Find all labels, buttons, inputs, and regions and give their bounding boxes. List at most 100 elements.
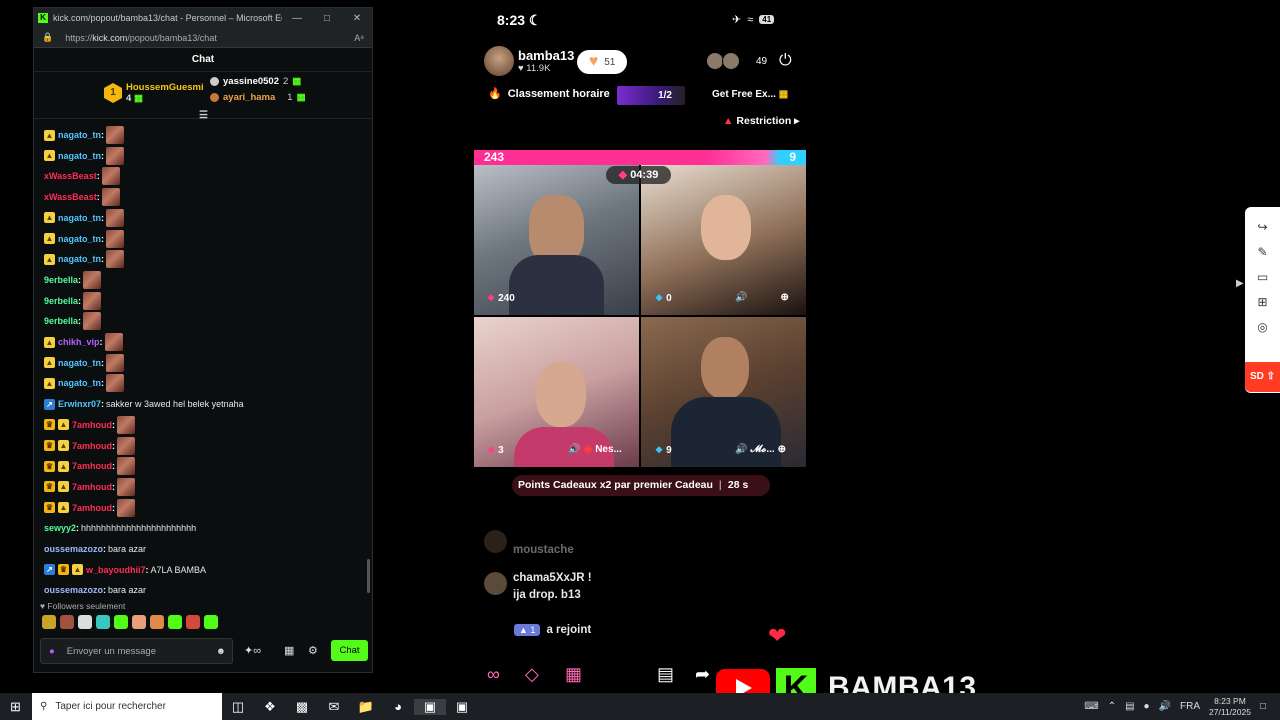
chat-username[interactable]: w_bayoudhii7	[86, 565, 146, 575]
task-view-icon[interactable]: ◫	[222, 699, 254, 715]
chat-message[interactable]: ♛ ▲ 7amhoud:	[44, 457, 136, 476]
emote-dance-icon[interactable]	[96, 615, 110, 629]
chat-message[interactable]: ▲ nagato_tn:	[44, 250, 125, 269]
microphone-icon[interactable]: ●	[1144, 701, 1150, 712]
crop-icon[interactable]: ⊞	[1245, 290, 1280, 315]
emote-hand-icon[interactable]	[78, 615, 92, 629]
close-button[interactable]: ✕	[342, 13, 372, 24]
taskbar-search[interactable]: ⚲ Taper ici pour rechercher	[32, 693, 222, 720]
link-icon[interactable]: ∞	[487, 664, 500, 685]
more-icon[interactable]: ⊕	[778, 444, 786, 455]
emote-cup-icon[interactable]	[204, 615, 218, 629]
taskbar-clock[interactable]: 8:23 PM 27/11/2025	[1209, 696, 1251, 718]
emote-alien-icon[interactable]	[114, 615, 128, 629]
emote-bread-icon[interactable]	[150, 615, 164, 629]
chat-username[interactable]: 7amhoud	[72, 503, 112, 513]
windows-start-icon[interactable]: ⊞	[10, 699, 21, 715]
microphone-icon[interactable]: ●	[49, 646, 55, 657]
exit-icon[interactable]: ↪	[1245, 215, 1280, 240]
emote-mouth-icon[interactable]	[186, 615, 200, 629]
chat-username[interactable]: 7amhoud	[72, 420, 112, 430]
minimize-button[interactable]: —	[282, 13, 312, 24]
chat-message[interactable]: ▲ nagato_tn:	[44, 146, 125, 165]
leaderboard-second[interactable]: yassine0502 2 ▦	[210, 76, 301, 87]
viewer-list[interactable]: 49	[706, 52, 767, 70]
chat-username[interactable]: 9erbella	[44, 316, 78, 326]
chat-message[interactable]: xWassBeast:	[44, 167, 120, 186]
leaderboard-first[interactable]: 1 HoussemGuesmi 4 ▦	[104, 82, 204, 104]
chat-message[interactable]: xWassBeast:	[44, 188, 120, 207]
gift-icon[interactable]: ▦	[284, 644, 294, 657]
chat-username[interactable]: chikh_vip	[58, 337, 100, 347]
message-input[interactable]: ● Envoyer un message ☻	[40, 638, 233, 664]
chat-message[interactable]: oussemazozo: bara azar	[44, 581, 146, 594]
chat-message[interactable]: ▲ nagato_tn:	[44, 229, 125, 248]
chat-username[interactable]: sewyy2	[44, 523, 76, 533]
chat-username[interactable]: nagato_tn	[58, 234, 101, 244]
more-icon[interactable]: ⊕	[780, 292, 788, 303]
chat-username[interactable]: nagato_tn	[58, 130, 101, 140]
tile-controls[interactable]: 🔊 ⊕	[735, 292, 789, 303]
chat-message[interactable]: ▲ nagato_tn:	[44, 126, 125, 144]
chat-username[interactable]: oussemazozo	[44, 585, 103, 594]
file-explorer-icon[interactable]: 📁	[350, 699, 382, 715]
pen-icon[interactable]: ✎	[1245, 240, 1280, 265]
emote-kick-icon[interactable]	[168, 615, 182, 629]
app-window-icon[interactable]: ▣	[446, 699, 478, 715]
chat-message[interactable]: ♛ ▲ 7amhoud:	[44, 415, 136, 434]
chat-message[interactable]: 9erbella:	[44, 291, 102, 310]
chat-username[interactable]: nagato_tn	[58, 358, 101, 368]
grid-icon[interactable]: ▦	[565, 664, 582, 685]
settings-gear-icon[interactable]: ⚙	[308, 644, 318, 657]
read-aloud-icon[interactable]: A⁸	[354, 33, 364, 43]
chat-message[interactable]: oussemazozo: bara azar	[44, 540, 146, 558]
share-icon[interactable]: ➦	[695, 664, 710, 685]
chat-message[interactable]: ▲ chikh_vip:	[44, 333, 123, 351]
chat-username[interactable]: 7amhoud	[72, 482, 112, 492]
kicks-icon[interactable]: ✦∞	[244, 644, 261, 657]
get-free-button[interactable]: Get Free Ex... ▦	[712, 89, 788, 100]
chat-username[interactable]: 7amhoud	[72, 441, 112, 451]
chat-message[interactable]: ♛ ▲ 7amhoud:	[44, 477, 136, 496]
chat-message[interactable]: sewyy2: hhhhhhhhhhhhhhhhhhhhhhh	[44, 519, 196, 537]
url-text[interactable]: https://kick.com/popout/bamba13/chat	[65, 33, 354, 43]
edge-icon[interactable]: ◕	[382, 699, 414, 714]
emoji-icon[interactable]: ☻	[216, 646, 226, 657]
chat-message[interactable]: 9erbella:	[44, 270, 102, 289]
chat-message[interactable]: ↗ ♛ ▲ w_bayoudhii7: A7LA BAMBA	[44, 561, 206, 579]
tile-name[interactable]: 🔊 𝓜𝓸... ⊕	[735, 444, 786, 455]
like-heart-icon[interactable]: ❤	[768, 623, 786, 649]
chat-messages[interactable]: ▲ nagato_tn: ▲ nagato_tn: xWassBeast: xWassBe…	[34, 120, 372, 594]
app-window-icon[interactable]: ▣	[414, 698, 446, 715]
send-chat-button[interactable]: Chat	[331, 640, 368, 661]
chat-username[interactable]: Erwinxr07	[58, 399, 101, 409]
host-profile[interactable]: bamba13 ♥ 11.9K	[484, 46, 574, 76]
store-icon[interactable]: ▩	[286, 699, 318, 715]
speaker-icon[interactable]: 🔊	[735, 292, 747, 303]
chat-username[interactable]: nagato_tn	[58, 213, 101, 223]
speaker-icon[interactable]: 🔊	[568, 444, 580, 455]
outlook-icon[interactable]: ✉	[318, 699, 350, 715]
notification-icon[interactable]: □	[1260, 701, 1266, 712]
window-icon[interactable]: ▭	[1245, 265, 1280, 290]
chat-username[interactable]: nagato_tn	[58, 151, 101, 161]
chevron-up-icon[interactable]: ⌃	[1108, 701, 1116, 712]
restriction-button[interactable]: ▲ Restriction ▸	[723, 115, 799, 127]
chat-username[interactable]: nagato_tn	[58, 254, 101, 264]
chat-message[interactable]: ▲ nagato_tn:	[44, 353, 125, 372]
chat-username[interactable]: 9erbella	[44, 275, 78, 285]
chat-message[interactable]: ▲ nagato_tn:	[44, 208, 125, 227]
follow-heart-button[interactable]: ♥ 51	[577, 50, 627, 74]
address-bar[interactable]: 🔒 https://kick.com/popout/bamba13/chat A…	[34, 28, 372, 48]
chat-username[interactable]: xWassBeast	[44, 192, 97, 202]
volume-icon[interactable]: 🔊	[1159, 701, 1171, 712]
record-icon[interactable]: ◎	[1245, 315, 1280, 340]
chat-username[interactable]: 7amhoud	[72, 461, 112, 471]
emote-hand-icon[interactable]	[132, 615, 146, 629]
maximize-button[interactable]: □	[312, 13, 342, 24]
chat-message[interactable]: ▲ nagato_tn:	[44, 374, 125, 393]
hourly-ranking[interactable]: 🔥 Classement horaire	[488, 87, 610, 101]
language-indicator[interactable]: FRA	[1180, 701, 1200, 712]
emote-crown-icon[interactable]	[42, 615, 56, 629]
leaderboard-third[interactable]: ayari_hama 1 ▦	[210, 92, 306, 103]
